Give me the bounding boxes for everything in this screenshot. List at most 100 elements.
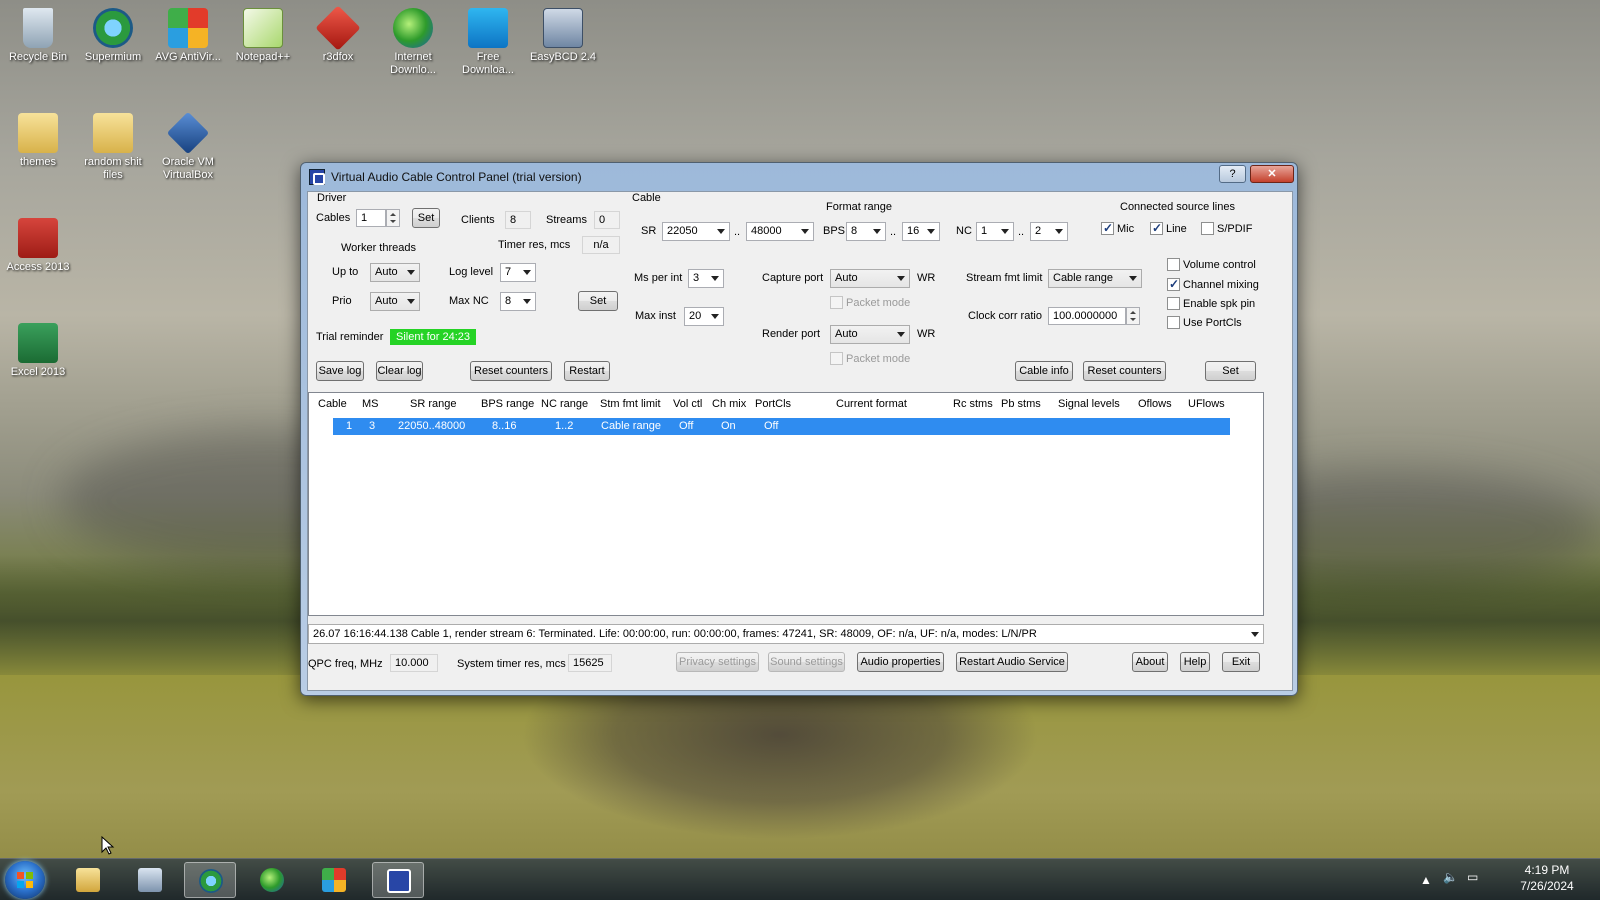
bps-min-select[interactable]: 8 — [846, 222, 886, 241]
column-header[interactable]: NC range — [541, 393, 588, 415]
chevron-down-icon — [711, 276, 719, 281]
column-header[interactable]: Current format — [836, 393, 907, 415]
desktop-icon-excel[interactable]: Excel 2013 — [1, 323, 75, 379]
status-log-dropdown[interactable]: 26.07 16:16:44.138 Cable 1, render strea… — [308, 624, 1264, 644]
cables-input[interactable]: 1 — [356, 209, 386, 227]
volume-icon[interactable]: 🔈 — [1443, 870, 1458, 884]
line-checkbox[interactable]: Line — [1150, 221, 1187, 235]
cables-set-button[interactable]: Set — [412, 208, 440, 228]
access-icon — [18, 218, 58, 258]
max-inst-select[interactable]: 20 — [684, 307, 724, 326]
sound-settings-button[interactable]: Sound settings — [768, 652, 845, 672]
column-header[interactable]: SR range — [410, 393, 456, 415]
bps-max-select[interactable]: 16 — [902, 222, 940, 241]
trial-reminder-label: Trial reminder — [316, 331, 384, 343]
nc-min-select[interactable]: 1 — [976, 222, 1014, 241]
log-level-label: Log level — [449, 266, 494, 278]
qpc-freq-value: 10.000 — [390, 654, 438, 672]
checkbox-box — [830, 296, 843, 309]
column-header[interactable]: Cable — [318, 393, 347, 415]
channel-mixing-checkbox[interactable]: Channel mixing — [1167, 277, 1259, 291]
use-portcls-checkbox[interactable]: Use PortCls — [1167, 316, 1242, 329]
column-header[interactable]: Vol ctl — [673, 393, 702, 415]
prio-select[interactable]: Auto — [370, 292, 420, 311]
taskbar-computer[interactable] — [124, 862, 176, 898]
column-header[interactable]: Stm fmt limit — [600, 393, 661, 415]
volume-control-checkbox[interactable]: Volume control — [1167, 258, 1256, 271]
column-header[interactable]: Oflows — [1138, 393, 1172, 415]
restart-audio-service-button[interactable]: Restart Audio Service — [956, 652, 1068, 672]
show-hidden-icons-icon[interactable]: ▲ — [1420, 873, 1432, 887]
clock-corr-ratio-input[interactable]: 100.0000000 — [1048, 307, 1126, 325]
nc-max-select[interactable]: 2 — [1030, 222, 1068, 241]
column-header[interactable]: UFlows — [1188, 393, 1225, 415]
title-bar[interactable]: Virtual Audio Cable Control Panel (trial… — [301, 163, 1297, 191]
cables-spinner[interactable] — [386, 209, 400, 227]
capture-packet-mode-checkbox[interactable]: Packet mode — [830, 296, 910, 309]
cable-info-button[interactable]: Cable info — [1015, 361, 1073, 381]
desktop-icon-fdm[interactable]: Free Downloa... — [451, 8, 525, 77]
log-level-select[interactable]: 7 — [500, 263, 536, 282]
audio-properties-button[interactable]: Audio properties — [857, 652, 944, 672]
desktop-icon-supermium[interactable]: Supermium — [76, 8, 150, 64]
clock[interactable]: 4:19 PM 7/26/2024 — [1512, 863, 1582, 893]
restart-button[interactable]: Restart — [564, 361, 610, 381]
max-nc-select[interactable]: 8 — [500, 292, 536, 311]
taskbar-explorer[interactable] — [62, 862, 114, 898]
line-label: Line — [1166, 223, 1187, 235]
exit-button[interactable]: Exit — [1222, 652, 1260, 672]
upto-select[interactable]: Auto — [370, 263, 420, 282]
taskbar-vac-control-panel[interactable] — [372, 862, 424, 898]
column-header[interactable]: PortCls — [755, 393, 791, 415]
privacy-settings-button[interactable]: Privacy settings — [676, 652, 759, 672]
render-packet-mode-checkbox[interactable]: Packet mode — [830, 352, 910, 365]
about-button[interactable]: About — [1132, 652, 1168, 672]
table-row[interactable] — [333, 418, 1230, 435]
cell-vol-ctl: Off — [679, 420, 694, 432]
cable-set-button[interactable]: Set — [1205, 361, 1256, 381]
column-header[interactable]: Pb stms — [1001, 393, 1041, 415]
desktop-icon-random-files[interactable]: random shit files — [76, 113, 150, 182]
help-title-button[interactable]: ? — [1219, 165, 1246, 183]
taskbar-idm[interactable] — [246, 862, 298, 898]
capture-port-select[interactable]: Auto — [830, 269, 910, 288]
driver-reset-counters-button[interactable]: Reset counters — [470, 361, 552, 381]
desktop-icon-notepadpp[interactable]: Notepad++ — [226, 8, 300, 64]
column-header[interactable]: Ch mix — [712, 393, 746, 415]
close-button[interactable]: ✕ — [1250, 165, 1294, 183]
start-button[interactable] — [5, 861, 45, 899]
column-header[interactable]: BPS range — [481, 393, 534, 415]
desktop-icon-r3dfox[interactable]: r3dfox — [301, 5, 375, 64]
spdif-checkbox[interactable]: S/PDIF — [1201, 222, 1252, 235]
desktop-icon-idm[interactable]: Internet Downlo... — [376, 8, 450, 77]
prio-label: Prio — [332, 295, 352, 307]
clear-log-button[interactable]: Clear log — [376, 361, 423, 381]
desktop-icon-access[interactable]: Access 2013 — [1, 218, 75, 274]
sr-min-select[interactable]: 22050 — [662, 222, 730, 241]
sr-max-select[interactable]: 48000 — [746, 222, 814, 241]
cable-list[interactable]: Cable MS SR range BPS range NC range Stm… — [308, 392, 1264, 616]
taskbar-avg[interactable] — [308, 862, 360, 898]
help-button[interactable]: Help — [1180, 652, 1210, 672]
network-icon[interactable]: ▭ — [1467, 870, 1478, 884]
desktop-icon-avg[interactable]: AVG AntiVir... — [151, 8, 225, 64]
desktop-icon-recycle-bin[interactable]: Recycle Bin — [1, 8, 75, 64]
desktop-icon-virtualbox[interactable]: Oracle VM VirtualBox — [151, 111, 225, 182]
clock-corr-spinner[interactable] — [1126, 307, 1140, 325]
recycle-bin-icon — [23, 8, 53, 48]
clock-time: 4:19 PM — [1524, 863, 1570, 877]
ms-per-int-select[interactable]: 3 — [688, 269, 724, 288]
driver-set-button[interactable]: Set — [578, 291, 618, 311]
desktop-icon-themes[interactable]: themes — [1, 113, 75, 169]
column-header[interactable]: MS — [362, 393, 379, 415]
desktop-icon-easybcd[interactable]: EasyBCD 2.4 — [526, 8, 600, 64]
taskbar-supermium[interactable] — [184, 862, 236, 898]
stream-fmt-limit-select[interactable]: Cable range — [1048, 269, 1142, 288]
save-log-button[interactable]: Save log — [316, 361, 364, 381]
mic-checkbox[interactable]: Mic — [1101, 221, 1134, 235]
column-header[interactable]: Rc stms — [953, 393, 993, 415]
enable-spk-pin-checkbox[interactable]: Enable spk pin — [1167, 297, 1255, 310]
column-header[interactable]: Signal levels — [1058, 393, 1120, 415]
render-port-select[interactable]: Auto — [830, 325, 910, 344]
cable-reset-counters-button[interactable]: Reset counters — [1083, 361, 1166, 381]
